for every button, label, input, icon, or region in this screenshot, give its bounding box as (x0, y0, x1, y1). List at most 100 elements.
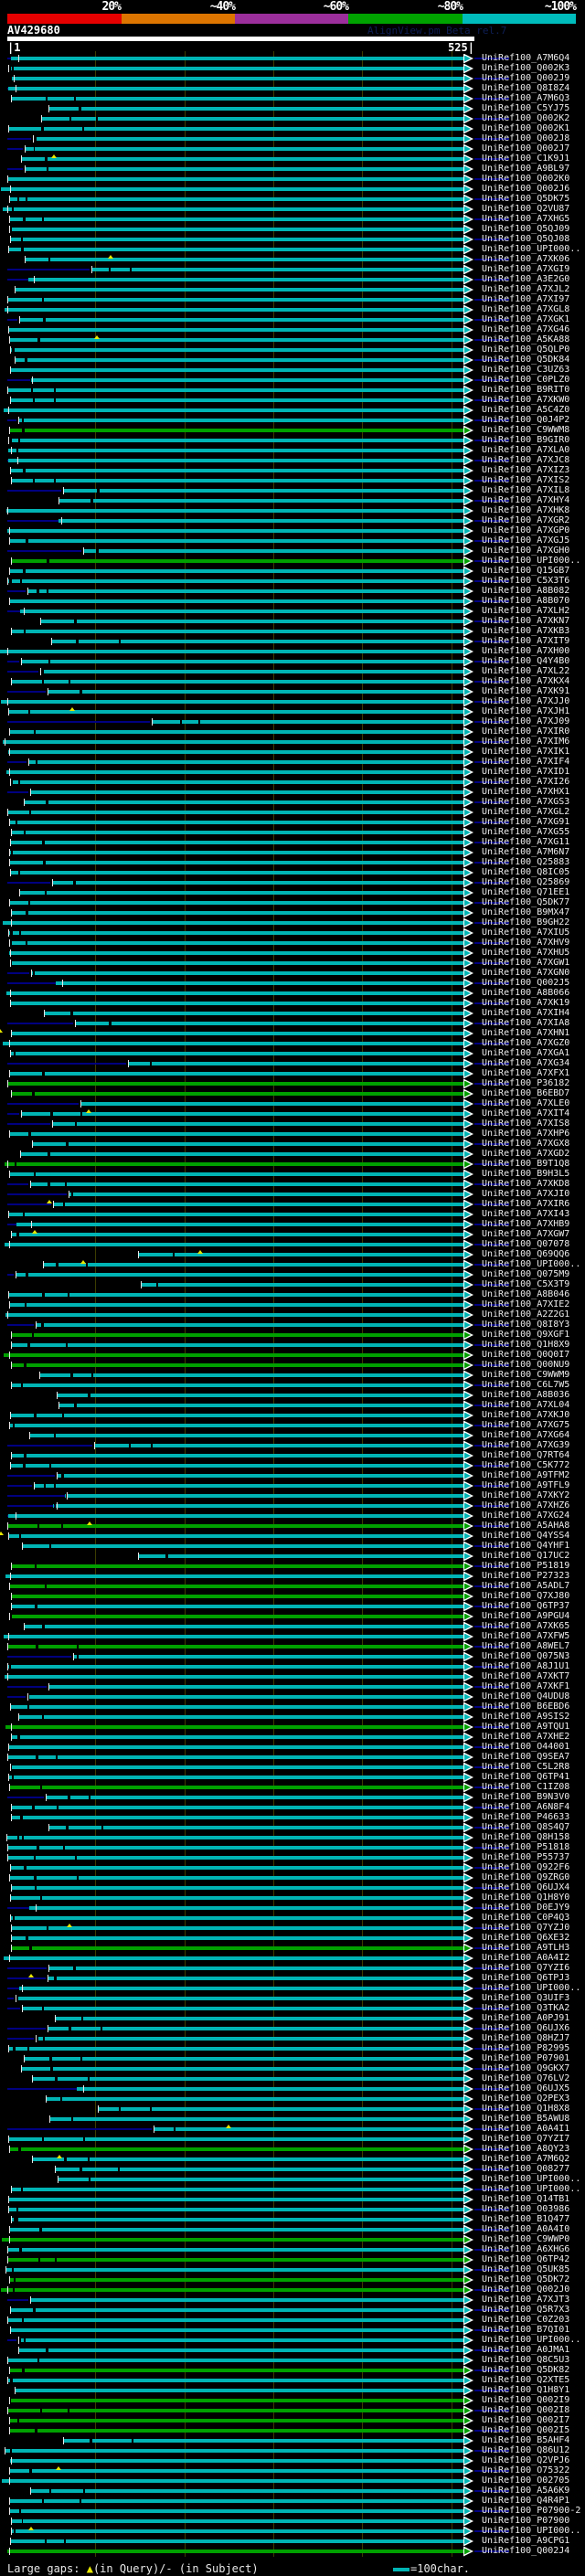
alignment-bar[interactable] (69, 1142, 463, 1146)
alignment-bar[interactable] (48, 1977, 54, 1980)
alignment-bar[interactable] (9, 2509, 19, 2513)
alignment-bar[interactable] (45, 1625, 463, 1628)
alignment-bar[interactable] (23, 1816, 463, 1819)
alignment-bar[interactable] (12, 228, 463, 231)
hit-label[interactable]: UniRef100_Q8I8Y3 (482, 1320, 569, 1330)
alignment-bar[interactable] (35, 479, 54, 482)
alignment-bar[interactable] (9, 2228, 39, 2231)
hit-label[interactable]: UniRef100_A7XG46 (482, 324, 569, 334)
hit-label[interactable]: UniRef100_A7XGL2 (482, 807, 569, 817)
alignment-bar[interactable] (29, 1705, 463, 1709)
hit-label[interactable]: UniRef100_A7XIT9 (482, 636, 569, 646)
alignment-bar[interactable] (42, 2409, 68, 2412)
alignment-bar[interactable] (39, 589, 47, 593)
alignment-bar[interactable] (11, 479, 33, 482)
alignment-bar[interactable] (30, 901, 463, 905)
alignment-bar[interactable] (6, 1836, 17, 1839)
hit-label[interactable]: UniRef100_Q922F6 (482, 1862, 569, 1872)
alignment-bar[interactable] (9, 1213, 23, 1216)
hit-label[interactable]: UniRef100_UPI000.. (482, 1259, 580, 1269)
hit-label[interactable]: UniRef100_A7XLA0 (482, 445, 569, 455)
hit-label[interactable]: UniRef100_A7XG24 (482, 1511, 569, 1521)
alignment-bar[interactable] (26, 630, 463, 633)
alignment-bar[interactable] (7, 2318, 22, 2322)
alignment-bar[interactable] (138, 1253, 173, 1256)
alignment-bar[interactable] (44, 1323, 463, 1327)
hit-label[interactable]: UniRef100_Q00NU9 (482, 1360, 569, 1370)
hit-label[interactable]: UniRef100_B9H3L5 (482, 1169, 569, 1179)
alignment-bar[interactable] (67, 2157, 88, 2161)
alignment-bar[interactable] (48, 167, 463, 171)
alignment-bar[interactable] (30, 710, 463, 714)
hit-label[interactable]: UniRef100_B9GH22 (482, 917, 569, 928)
alignment-bar[interactable] (57, 2258, 463, 2262)
alignment-bar[interactable] (23, 238, 463, 241)
hit-label[interactable]: UniRef100_A9TQU1 (482, 1722, 569, 1732)
hit-label[interactable]: UniRef100_UPI000.. (482, 2174, 580, 2184)
alignment-bar[interactable] (53, 2067, 463, 2071)
alignment-bar[interactable] (37, 1876, 77, 1880)
hit-label[interactable]: UniRef100_A7XGW1 (482, 958, 569, 968)
alignment-bar[interactable] (90, 1796, 463, 1799)
alignment-bar[interactable] (11, 2188, 21, 2191)
alignment-bar[interactable] (7, 388, 31, 392)
alignment-bar[interactable] (28, 760, 36, 764)
alignment-bar[interactable] (28, 278, 463, 281)
alignment-bar[interactable] (44, 1715, 463, 1719)
alignment-bar[interactable] (7, 2549, 463, 2553)
hit-label[interactable]: UniRef100_A5KA88 (482, 334, 569, 345)
alignment-bar[interactable] (3, 1042, 463, 1045)
alignment-bar[interactable] (7, 811, 29, 814)
alignment-bar[interactable] (56, 1504, 463, 1508)
alignment-bar[interactable] (90, 2157, 463, 2161)
alignment-bar[interactable] (21, 1534, 463, 1538)
hit-label[interactable]: UniRef100_O44001 (482, 1742, 569, 1752)
hit-label[interactable]: UniRef100_A7XGK1 (482, 314, 569, 324)
alignment-bar[interactable] (168, 1554, 463, 1558)
alignment-bar[interactable] (48, 157, 463, 161)
alignment-bar[interactable] (21, 660, 48, 663)
alignment-bar[interactable] (20, 610, 463, 613)
alignment-bar[interactable] (58, 2178, 89, 2181)
hit-label[interactable]: UniRef100_Q075M9 (482, 1269, 569, 1279)
hit-label[interactable]: UniRef100_A6XHG6 (482, 2244, 569, 2254)
alignment-bar[interactable] (12, 439, 18, 442)
alignment-bar[interactable] (22, 2248, 463, 2252)
alignment-bar[interactable] (200, 720, 463, 724)
alignment-bar[interactable] (4, 1635, 463, 1638)
hit-label[interactable]: UniRef100_P55737 (482, 1852, 569, 1862)
hit-label[interactable]: UniRef100_Q9GKX7 (482, 2063, 569, 2073)
hit-label[interactable]: UniRef100_B9RIT0 (482, 385, 569, 395)
alignment-bar[interactable] (4, 408, 463, 412)
hit-label[interactable]: UniRef100_Q5DK75 (482, 194, 569, 204)
hit-label[interactable]: UniRef100_Q71EE1 (482, 887, 569, 897)
alignment-bar[interactable] (35, 1806, 57, 1809)
alignment-bar[interactable] (47, 1585, 463, 1588)
alignment-bar[interactable] (11, 1946, 29, 1950)
hit-label[interactable]: UniRef100_A5A6K9 (482, 2486, 569, 2496)
alignment-bar[interactable] (9, 901, 28, 905)
alignment-bar[interactable] (11, 1564, 35, 1568)
alignment-bar[interactable] (94, 1444, 129, 1447)
hit-label[interactable]: UniRef100_A7XKF1 (482, 1681, 569, 1691)
alignment-bar[interactable] (11, 1926, 47, 1930)
alignment-bar[interactable] (92, 2439, 132, 2443)
alignment-bar[interactable] (26, 569, 463, 573)
alignment-bar[interactable] (182, 720, 198, 724)
hit-label[interactable]: UniRef100_Q1H8Y0 (482, 1892, 569, 1903)
hit-label[interactable]: UniRef100_A7XJH1 (482, 706, 569, 716)
alignment-bar[interactable] (10, 1414, 34, 1417)
alignment-bar[interactable] (11, 1665, 463, 1669)
alignment-bar[interactable] (35, 398, 54, 402)
hit-label[interactable]: UniRef100_A7XI43 (482, 1209, 569, 1219)
alignment-bar[interactable] (9, 1172, 34, 1176)
hit-label[interactable]: UniRef100_A7XH00 (482, 646, 569, 656)
alignment-bar[interactable] (39, 1846, 63, 1850)
hit-label[interactable]: UniRef100_A7XL04 (482, 1400, 569, 1410)
hit-label[interactable]: UniRef100_Q3TKA2 (482, 2003, 569, 2013)
alignment-bar[interactable] (27, 1303, 463, 1307)
hit-label[interactable]: UniRef100_A0A4I2 (482, 1953, 569, 1963)
hit-label[interactable]: UniRef100_Q7YZI7 (482, 2134, 569, 2144)
hit-label[interactable]: UniRef100_Q07078 (482, 1239, 569, 1249)
hit-label[interactable]: UniRef100_Q002J0 (482, 2284, 569, 2295)
